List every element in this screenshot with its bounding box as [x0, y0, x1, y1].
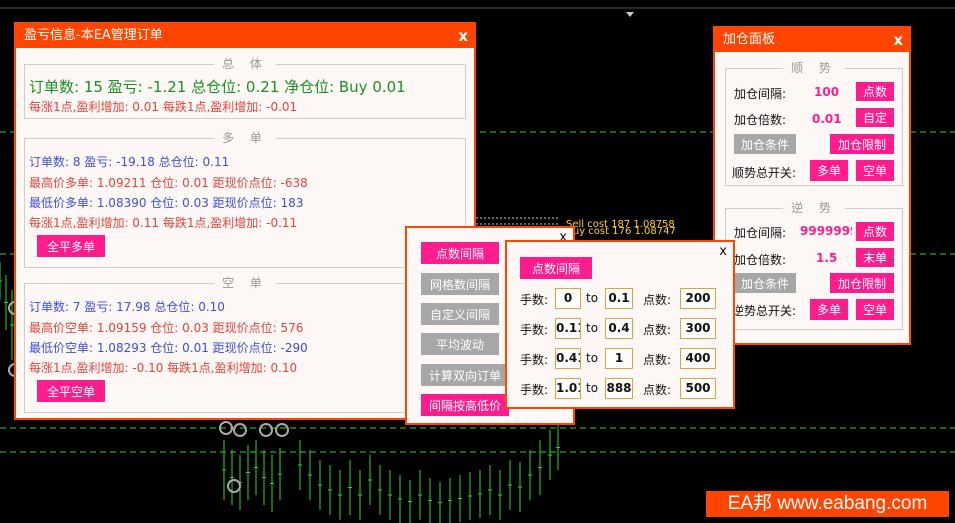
overall-per-point: 每涨1点,盈利增加: 0.01 每跌1点,盈利增加: -0.01: [29, 100, 298, 114]
trend-multiple-custom-button[interactable]: 自定: [856, 108, 894, 127]
lots-to-input[interactable]: 1: [605, 348, 633, 369]
counter-condition-button[interactable]: 加仓条件: [734, 273, 796, 293]
watermark: EA邦 www.eabang.com: [706, 491, 949, 517]
lots-label: 手数:: [520, 323, 549, 337]
short-lowest: 最低价空单: 1.08293 仓位: 0.01 距现价点位: -290: [29, 341, 308, 355]
lots-label: 手数:: [520, 383, 549, 397]
short-per-point: 每涨1点,盈利增加: -0.10 每跌1点,盈利增加: 0.10: [29, 361, 298, 375]
overall-section-title: 总 体: [214, 57, 276, 71]
trend-switch-label: 顺势总开关:: [732, 166, 797, 180]
menu-grid-interval[interactable]: 网格数间隔: [421, 273, 499, 295]
add-position-panel: 加仓面板 x 顺 势 加仓间隔: 100 点数 加仓倍数: 0.01 自定 加仓…: [713, 26, 911, 345]
long-summary: 订单数: 8 盈亏: -19.18 总仓位: 0.11: [29, 155, 230, 169]
profit-panel-title: 盈亏信息-本EA管理订单: [16, 24, 474, 48]
close-icon[interactable]: x: [458, 26, 468, 46]
lots-to-input[interactable]: 0.1: [605, 288, 633, 309]
long-lowest: 最低价多单: 1.08390 仓位: 0.03 距现价点位: 183: [29, 196, 304, 210]
trend-section-title: 顺 势: [783, 61, 845, 75]
lots-to-input[interactable]: 888: [605, 378, 633, 399]
menu-custom-interval[interactable]: 自定义间隔: [421, 303, 499, 325]
menu-average-volatility[interactable]: 平均波动: [421, 333, 499, 355]
points-label: 点数:: [643, 323, 672, 337]
to-label: to: [586, 381, 599, 395]
short-section: 空 单 订单数: 7 盈亏: 17.98 总仓位: 0.10 最高价空单: 1.…: [24, 276, 466, 413]
close-all-short-button[interactable]: 全平空单: [37, 380, 105, 402]
lots-from-input[interactable]: 1.01: [555, 378, 581, 399]
counter-switch-label: 逆势总开关:: [732, 304, 797, 318]
counter-multiple-value[interactable]: 1.5: [816, 251, 837, 265]
counter-multiple-label: 加仓倍数:: [734, 253, 787, 267]
trend-multiple-label: 加仓倍数:: [734, 113, 787, 127]
points-input[interactable]: 400: [680, 348, 716, 369]
counter-interval-points-button[interactable]: 点数: [856, 222, 894, 241]
long-highest: 最高价多单: 1.09211 仓位: 0.01 距现价点位: -638: [29, 176, 308, 190]
short-highest: 最高价空单: 1.09159 仓位: 0.03 距现价点位: 576: [29, 321, 304, 335]
to-label: to: [586, 321, 599, 335]
lots-label: 手数:: [520, 293, 549, 307]
buy-cost-label: Buy cost 176 1.08747: [566, 226, 676, 237]
menu-interval-by-price[interactable]: 间隔按高低价: [421, 394, 509, 416]
points-label: 点数:: [643, 353, 672, 367]
points-label: 点数:: [643, 293, 672, 307]
short-summary: 订单数: 7 盈亏: 17.98 总仓位: 0.10: [29, 300, 225, 314]
to-label: to: [586, 291, 599, 305]
trend-buy-button[interactable]: 多单: [810, 160, 848, 181]
trend-interval-points-button[interactable]: 点数: [856, 82, 894, 101]
overall-section: 总 体 订单数: 15 盈亏: -1.21 总仓位: 0.21 净仓位: Buy…: [24, 57, 466, 119]
to-label: to: [586, 351, 599, 365]
lots-label: 手数:: [520, 353, 549, 367]
counter-limit-button[interactable]: 加仓限制: [830, 273, 894, 293]
counter-interval-label: 加仓间隔:: [734, 226, 787, 240]
counter-multiple-last-button[interactable]: 末单: [856, 248, 894, 267]
trend-interval-label: 加仓间隔:: [734, 87, 787, 101]
close-all-long-button[interactable]: 全平多单: [37, 235, 105, 257]
lots-to-input[interactable]: 0.4: [605, 318, 633, 339]
points-input[interactable]: 200: [680, 288, 716, 309]
lots-from-input[interactable]: 0.41: [555, 348, 581, 369]
menu-points-interval[interactable]: 点数间隔: [421, 242, 499, 264]
counter-interval-value[interactable]: 99999999: [800, 224, 852, 238]
short-section-title: 空 单: [214, 276, 276, 290]
trend-condition-button[interactable]: 加仓条件: [734, 134, 796, 154]
trend-interval-value[interactable]: 100: [814, 85, 839, 99]
points-label: 点数:: [643, 383, 672, 397]
points-input[interactable]: 500: [680, 378, 716, 399]
points-interval-title-button[interactable]: 点数间隔: [520, 257, 592, 279]
add-panel-title: 加仓面板: [715, 28, 909, 52]
counter-buy-button[interactable]: 多单: [810, 299, 848, 320]
lots-from-input[interactable]: 0: [555, 288, 581, 309]
counter-sell-button[interactable]: 空单: [856, 299, 894, 320]
counter-section-title: 逆 势: [783, 201, 845, 215]
points-input[interactable]: 300: [680, 318, 716, 339]
trend-multiple-value[interactable]: 0.01: [812, 112, 842, 126]
menu-calc-bidirectional[interactable]: 计算双向订单: [421, 364, 509, 386]
long-section-title: 多 单: [214, 131, 276, 145]
trend-section: 顺 势 加仓间隔: 100 点数 加仓倍数: 0.01 自定 加仓条件 加仓限制…: [725, 61, 903, 186]
lots-from-input[interactable]: 0.11: [555, 318, 581, 339]
points-interval-panel: x 点数间隔 手数: 0 to 0.1 点数: 200 手数: 0.11 to 0.4 点数: 300…: [505, 240, 735, 409]
close-icon[interactable]: x: [893, 30, 903, 50]
counter-section: 逆 势 加仓间隔: 99999999 点数 加仓倍数: 1.5 末单 加仓条件 …: [725, 201, 903, 330]
long-per-point: 每涨1点,盈利增加: 0.11 每跌1点,盈利增加: -0.11: [29, 216, 298, 230]
long-section: 多 单 订单数: 8 盈亏: -19.18 总仓位: 0.11 最高价多单: 1…: [24, 131, 466, 268]
trend-sell-button[interactable]: 空单: [856, 160, 894, 181]
trend-limit-button[interactable]: 加仓限制: [830, 134, 894, 154]
overall-summary: 订单数: 15 盈亏: -1.21 总仓位: 0.21 净仓位: Buy 0.0…: [29, 78, 406, 96]
close-icon[interactable]: x: [719, 242, 727, 262]
